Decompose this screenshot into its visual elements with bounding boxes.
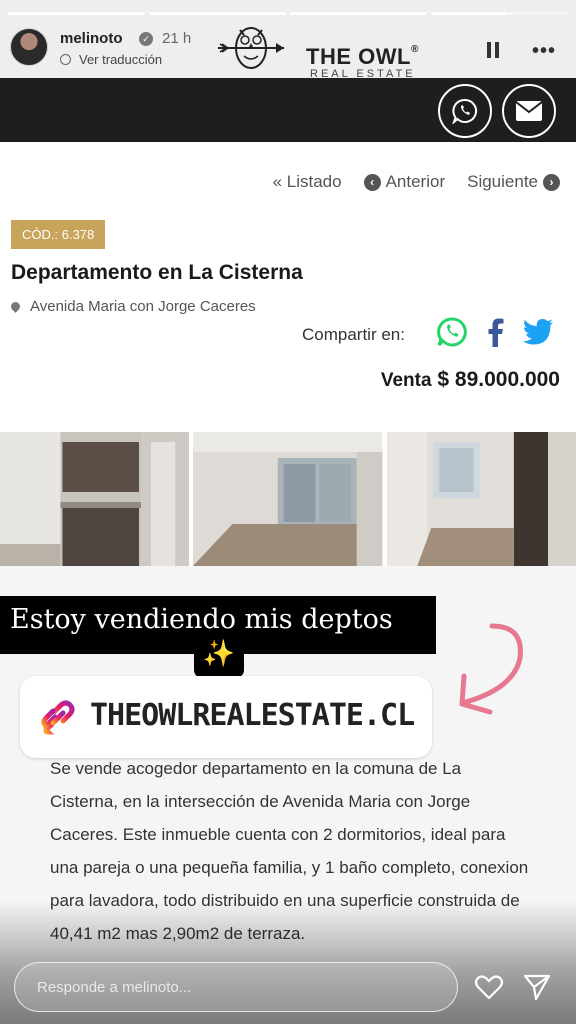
share-label: Compartir en: [302, 325, 405, 344]
price-label: Venta [380, 370, 432, 391]
map-pin-icon [9, 300, 22, 313]
email-contact-button[interactable] [502, 84, 556, 138]
listing-panel: « Listado ‹ Anterior Siguiente › CÓD.: 6.3… [0, 142, 576, 432]
reply-placeholder: Responde a melinoto... [37, 979, 192, 996]
whatsapp-icon [452, 98, 477, 124]
bedroom-photo[interactable] [386, 432, 576, 566]
verified-icon: ✓ [139, 32, 153, 46]
kitchen-photo[interactable] [0, 432, 190, 566]
story-header: melinoto ✓ 21 h Ver traducción THE OWL® … [10, 26, 566, 80]
previous-link[interactable]: ‹ Anterior [363, 172, 446, 192]
link-sticker[interactable]: THEOWLREALESTATE.CL [20, 676, 432, 758]
progress-fill [8, 12, 145, 15]
globe-icon [60, 54, 71, 65]
link-icon [41, 700, 75, 735]
progress-fill [149, 12, 286, 15]
arrow-sticker-icon [459, 623, 523, 715]
previous-label: Anterior [385, 172, 446, 191]
price: Venta $ 89.000.000 [381, 368, 560, 392]
pause-icon[interactable] [486, 42, 500, 58]
story-viewer: melinoto ✓ 21 h Ver traducción THE OWL® … [0, 0, 576, 1024]
brand-name: THE OWL® [306, 44, 419, 70]
address-text: Avenida Maria con Jorge Caceres [30, 298, 256, 315]
more-options-icon[interactable]: ••• [532, 40, 556, 63]
price-value: $ 89.000.000 [437, 368, 560, 391]
share-icons [436, 316, 554, 348]
progress-fill [431, 12, 507, 15]
progress-fill [290, 12, 427, 15]
contact-bar [0, 78, 576, 142]
property-address: Avenida Maria con Jorge Caceres [9, 298, 256, 315]
story-progress [8, 12, 568, 15]
next-link[interactable]: Siguiente › [467, 172, 560, 192]
chevron-right-icon: › [543, 173, 560, 191]
chevron-left-icon: ‹ [363, 173, 381, 191]
property-title: Departamento en La Cisterna [11, 261, 303, 284]
listing-link[interactable]: « Listado [273, 172, 342, 192]
brand-subtitle: REAL ESTATE [310, 68, 416, 80]
code-badge: CÓD.: 6.378 [11, 220, 106, 249]
listing-nav: « Listado ‹ Anterior Siguiente › [273, 172, 560, 192]
progress-segment [290, 12, 427, 15]
progress-segment [431, 12, 568, 15]
owl-logo-icon [218, 27, 284, 69]
facebook-icon[interactable] [484, 316, 506, 348]
whatsapp-icon[interactable] [436, 316, 468, 348]
brand-reg: ® [410, 44, 419, 55]
living-room-photo[interactable] [193, 432, 383, 566]
reply-input[interactable]: Responde a melinoto... [14, 962, 458, 1012]
twitter-icon[interactable] [522, 318, 554, 346]
link-sticker-text: THEOWLREALESTATE.CL [90, 698, 415, 733]
username[interactable]: melinoto [60, 30, 123, 47]
post-time: 21 h [162, 30, 192, 47]
brand-name-text: THE OWL [306, 44, 411, 69]
whatsapp-contact-button[interactable] [438, 84, 492, 138]
heart-icon[interactable] [474, 972, 504, 1002]
next-label: Siguiente [467, 172, 538, 191]
translate-link[interactable]: Ver traducción [60, 52, 162, 67]
translate-label: Ver traducción [79, 52, 163, 67]
progress-segment [8, 12, 145, 15]
avatar[interactable] [10, 28, 48, 66]
envelope-icon [515, 101, 543, 121]
photo-gallery [0, 432, 576, 566]
sparkle-emoji: ✨ [194, 638, 244, 678]
send-icon[interactable] [522, 972, 552, 1002]
progress-segment [149, 12, 286, 15]
